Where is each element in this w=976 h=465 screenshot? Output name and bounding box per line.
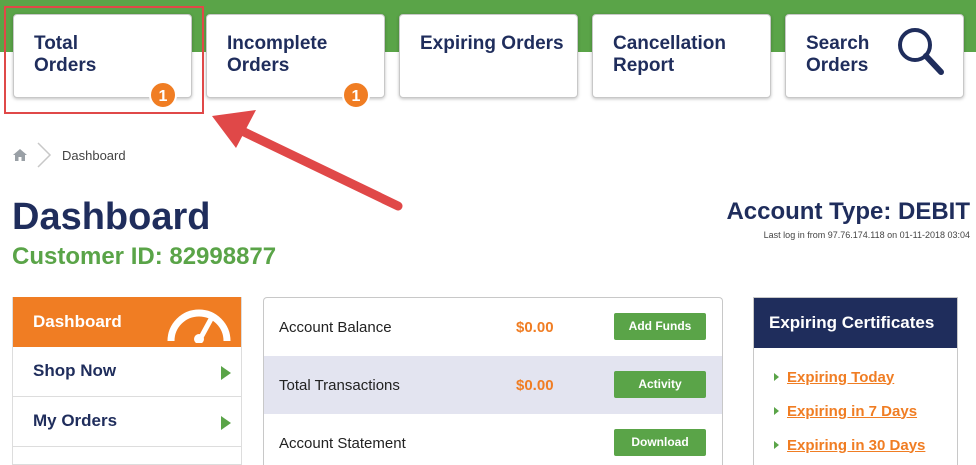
download-button[interactable]: Download bbox=[614, 429, 706, 456]
expiring-7-days-link[interactable]: Expiring in 7 Days bbox=[787, 403, 917, 420]
customer-id: Customer ID: 82998877 bbox=[12, 243, 277, 270]
search-orders-tile[interactable]: Search Orders bbox=[785, 14, 964, 98]
breadcrumb-separator-icon bbox=[37, 142, 52, 168]
total-transactions-row: Total Transactions $0.00 Activity bbox=[264, 356, 722, 414]
side-menu-header[interactable]: Dashboard bbox=[13, 297, 241, 347]
last-login-info: Last log in from 97.76.174.118 on 01-11-… bbox=[763, 230, 970, 240]
list-item: Expiring Today bbox=[774, 367, 894, 387]
sidebar-item-my-orders[interactable]: My Orders bbox=[13, 397, 241, 447]
gauge-icon bbox=[167, 309, 231, 343]
expiring-card-title: Expiring Certificates bbox=[769, 313, 935, 332]
add-funds-button[interactable]: Add Funds bbox=[614, 313, 706, 340]
page-title: Dashboard bbox=[12, 196, 211, 238]
row-value: $0.00 bbox=[516, 377, 554, 394]
count-badge: 1 bbox=[342, 81, 370, 109]
sidebar-item-label: Shop Now bbox=[33, 361, 117, 380]
tile-label: Incomplete Orders bbox=[227, 33, 328, 76]
cancellation-report-tile[interactable]: Cancellation Report bbox=[592, 14, 771, 98]
sidebar-item-label: My Orders bbox=[33, 411, 118, 430]
bullet-arrow-icon bbox=[774, 407, 779, 415]
account-balance-row: Account Balance $0.00 Add Funds bbox=[264, 298, 722, 356]
side-menu: Dashboard Shop Now My Orders bbox=[12, 297, 242, 465]
breadcrumb-current: Dashboard bbox=[62, 147, 126, 163]
row-value: $0.00 bbox=[516, 319, 554, 336]
expiring-today-link[interactable]: Expiring Today bbox=[787, 369, 894, 386]
row-label: Total Transactions bbox=[279, 377, 400, 394]
play-arrow-icon bbox=[221, 416, 231, 430]
expiring-card-header: Expiring Certificates bbox=[754, 298, 957, 348]
expiring-orders-tile[interactable]: Expiring Orders bbox=[399, 14, 578, 98]
tile-label: Search Orders bbox=[806, 33, 870, 76]
home-icon[interactable] bbox=[12, 147, 28, 163]
account-type: Account Type: DEBIT bbox=[726, 198, 970, 225]
activity-button[interactable]: Activity bbox=[614, 371, 706, 398]
account-statement-row: Account Statement Download bbox=[264, 414, 722, 465]
sidebar-item-shop-now[interactable]: Shop Now bbox=[13, 347, 241, 397]
bullet-arrow-icon bbox=[774, 441, 779, 449]
expiring-certificates-card: Expiring Certificates Expiring Today Exp… bbox=[753, 297, 958, 465]
bullet-arrow-icon bbox=[774, 373, 779, 381]
magnifier-icon bbox=[898, 28, 944, 75]
expiring-30-days-link[interactable]: Expiring in 30 Days bbox=[787, 437, 925, 454]
list-item: Expiring in 30 Days bbox=[774, 435, 925, 455]
annotation-highlight-box bbox=[4, 6, 204, 114]
tile-label: Cancellation Report bbox=[613, 33, 726, 76]
incomplete-orders-tile[interactable]: Incomplete Orders 1 bbox=[206, 14, 385, 109]
row-label: Account Balance bbox=[279, 319, 392, 336]
tile-label: Expiring Orders bbox=[420, 33, 564, 54]
play-arrow-icon bbox=[221, 366, 231, 380]
list-item: Expiring in 7 Days bbox=[774, 401, 917, 421]
account-summary-card: Account Balance $0.00 Add Funds Total Tr… bbox=[263, 297, 723, 465]
breadcrumb: Dashboard bbox=[12, 142, 126, 168]
side-menu-header-label: Dashboard bbox=[33, 312, 122, 331]
row-label: Account Statement bbox=[279, 435, 406, 452]
